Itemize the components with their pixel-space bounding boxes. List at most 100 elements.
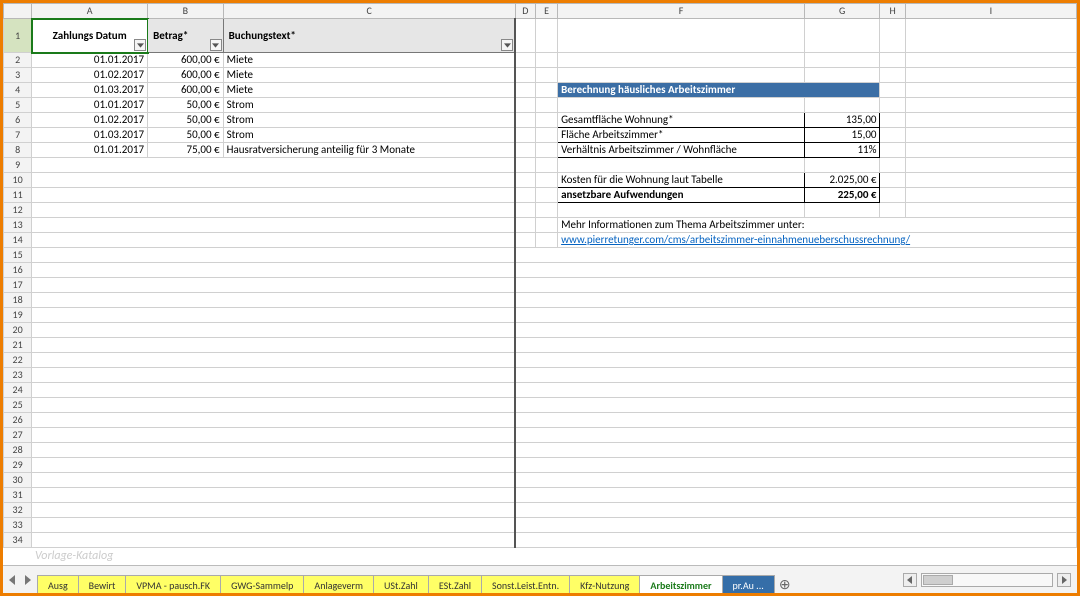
row-number[interactable]: 33 bbox=[4, 518, 32, 533]
cell[interactable] bbox=[905, 143, 1076, 158]
row-number[interactable]: 8 bbox=[4, 143, 32, 158]
cell[interactable] bbox=[32, 383, 516, 398]
table-row[interactable]: 31 bbox=[4, 488, 1077, 503]
cell[interactable] bbox=[515, 503, 1076, 518]
info-link-cell[interactable]: www.pierretunger.com/cms/arbeitszimmer-e… bbox=[558, 233, 1077, 248]
cell[interactable] bbox=[905, 173, 1076, 188]
cell[interactable] bbox=[535, 173, 557, 188]
col-heading-b[interactable]: B bbox=[148, 4, 224, 19]
cell[interactable] bbox=[880, 19, 905, 53]
calc-label[interactable]: Fläche Arbeitszimmer* bbox=[558, 128, 805, 143]
table-row[interactable]: 23 bbox=[4, 368, 1077, 383]
tab-ausg[interactable]: Ausg bbox=[37, 575, 79, 593]
table-row[interactable]: 24 bbox=[4, 383, 1077, 398]
cell[interactable] bbox=[515, 233, 535, 248]
table-row[interactable]: 20 bbox=[4, 323, 1077, 338]
header-amount-cell[interactable]: Betrag* bbox=[148, 19, 224, 53]
cell[interactable] bbox=[32, 533, 516, 548]
cell[interactable] bbox=[515, 488, 1076, 503]
cell[interactable] bbox=[515, 98, 535, 113]
cell[interactable] bbox=[32, 518, 516, 533]
row-number[interactable]: 25 bbox=[4, 398, 32, 413]
cell[interactable] bbox=[804, 158, 880, 173]
cell[interactable] bbox=[535, 158, 557, 173]
table-row[interactable]: 21 bbox=[4, 338, 1077, 353]
tab-arbeitszimmer[interactable]: Arbeitszimmer bbox=[639, 575, 722, 593]
row-number[interactable]: 26 bbox=[4, 413, 32, 428]
table-row[interactable]: 9 bbox=[4, 158, 1077, 173]
cell-text[interactable]: Miete bbox=[223, 68, 515, 83]
calc-value[interactable]: 15,00 bbox=[804, 128, 880, 143]
table-row[interactable]: 27 bbox=[4, 428, 1077, 443]
row-number[interactable]: 27 bbox=[4, 428, 32, 443]
cell[interactable] bbox=[515, 368, 1076, 383]
table-row[interactable]: 19 bbox=[4, 308, 1077, 323]
cell[interactable] bbox=[32, 173, 516, 188]
row-number[interactable]: 12 bbox=[4, 203, 32, 218]
calc-label[interactable]: Gesamtfläche Wohnung* bbox=[558, 113, 805, 128]
cell[interactable] bbox=[32, 323, 516, 338]
cell[interactable] bbox=[905, 188, 1076, 203]
table-row[interactable]: 26 bbox=[4, 413, 1077, 428]
cell[interactable] bbox=[880, 173, 905, 188]
table-row[interactable]: 10Kosten für die Wohnung laut Tabelle2.0… bbox=[4, 173, 1077, 188]
cell[interactable] bbox=[515, 158, 535, 173]
select-all-corner[interactable] bbox=[4, 4, 32, 19]
cell-date[interactable]: 01.03.2017 bbox=[32, 83, 148, 98]
cell[interactable] bbox=[515, 188, 535, 203]
cell[interactable] bbox=[558, 98, 805, 113]
cell-date[interactable]: 01.01.2017 bbox=[32, 98, 148, 113]
cell[interactable] bbox=[515, 338, 1076, 353]
filter-button-date[interactable] bbox=[134, 39, 146, 51]
table-row[interactable]: 28 bbox=[4, 443, 1077, 458]
row-number[interactable]: 21 bbox=[4, 338, 32, 353]
cell-amount[interactable]: 50,00 € bbox=[148, 113, 224, 128]
row-number[interactable]: 28 bbox=[4, 443, 32, 458]
table-row[interactable]: 18 bbox=[4, 293, 1077, 308]
table-row[interactable]: 801.01.201775,00 €Hausratversicherung an… bbox=[4, 143, 1077, 158]
hscroll-left-button[interactable] bbox=[903, 573, 917, 587]
cell[interactable] bbox=[804, 19, 880, 53]
table-row[interactable]: 14www.pierretunger.com/cms/arbeitszimmer… bbox=[4, 233, 1077, 248]
cell[interactable] bbox=[905, 203, 1076, 218]
row-number[interactable]: 30 bbox=[4, 473, 32, 488]
cell[interactable] bbox=[32, 233, 516, 248]
cell[interactable] bbox=[905, 98, 1076, 113]
cell[interactable] bbox=[32, 293, 516, 308]
hscroll-track[interactable] bbox=[921, 573, 1053, 587]
cell[interactable] bbox=[515, 323, 1076, 338]
cell[interactable] bbox=[515, 68, 535, 83]
cell[interactable] bbox=[515, 353, 1076, 368]
cell[interactable] bbox=[515, 383, 1076, 398]
data-header-row[interactable]: 1 Zahlungs Datum Betrag* Buchungstext* bbox=[4, 19, 1077, 53]
cell[interactable] bbox=[32, 248, 516, 263]
cell-date[interactable]: 01.03.2017 bbox=[32, 128, 148, 143]
cell[interactable] bbox=[804, 98, 880, 113]
cell[interactable] bbox=[32, 398, 516, 413]
spreadsheet-area[interactable]: A B C D E F G H I 1 Zahlungs Datum Betra… bbox=[3, 3, 1077, 565]
hscroll-thumb[interactable] bbox=[923, 575, 953, 585]
cell[interactable] bbox=[535, 19, 557, 53]
col-heading-e[interactable]: E bbox=[535, 4, 557, 19]
tab-sonst[interactable]: Sonst.Leist.Entn. bbox=[481, 575, 570, 593]
cell-text[interactable]: Miete bbox=[223, 83, 515, 98]
table-row[interactable]: 13Mehr Informationen zum Thema Arbeitszi… bbox=[4, 218, 1077, 233]
row-number[interactable]: 18 bbox=[4, 293, 32, 308]
cell[interactable] bbox=[515, 458, 1076, 473]
table-row[interactable]: 11ansetzbare Aufwendungen225,00 € bbox=[4, 188, 1077, 203]
cell[interactable] bbox=[880, 158, 905, 173]
cell-amount[interactable]: 50,00 € bbox=[148, 98, 224, 113]
cell[interactable] bbox=[515, 443, 1076, 458]
calc-label[interactable]: Kosten für die Wohnung laut Tabelle bbox=[558, 173, 805, 188]
cell[interactable] bbox=[515, 263, 1076, 278]
cell[interactable] bbox=[880, 188, 905, 203]
row-number[interactable]: 16 bbox=[4, 263, 32, 278]
tab-anlageverm[interactable]: Anlageverm bbox=[303, 575, 374, 593]
row-number[interactable]: 9 bbox=[4, 158, 32, 173]
cell[interactable] bbox=[515, 308, 1076, 323]
tab-kfz[interactable]: Kfz-Nutzung bbox=[569, 575, 640, 593]
cell[interactable] bbox=[535, 113, 557, 128]
info-link[interactable]: www.pierretunger.com/cms/arbeitszimmer-e… bbox=[561, 233, 910, 246]
cell[interactable] bbox=[32, 188, 516, 203]
table-row[interactable]: 601.02.201750,00 €StromGesamtfläche Wohn… bbox=[4, 113, 1077, 128]
